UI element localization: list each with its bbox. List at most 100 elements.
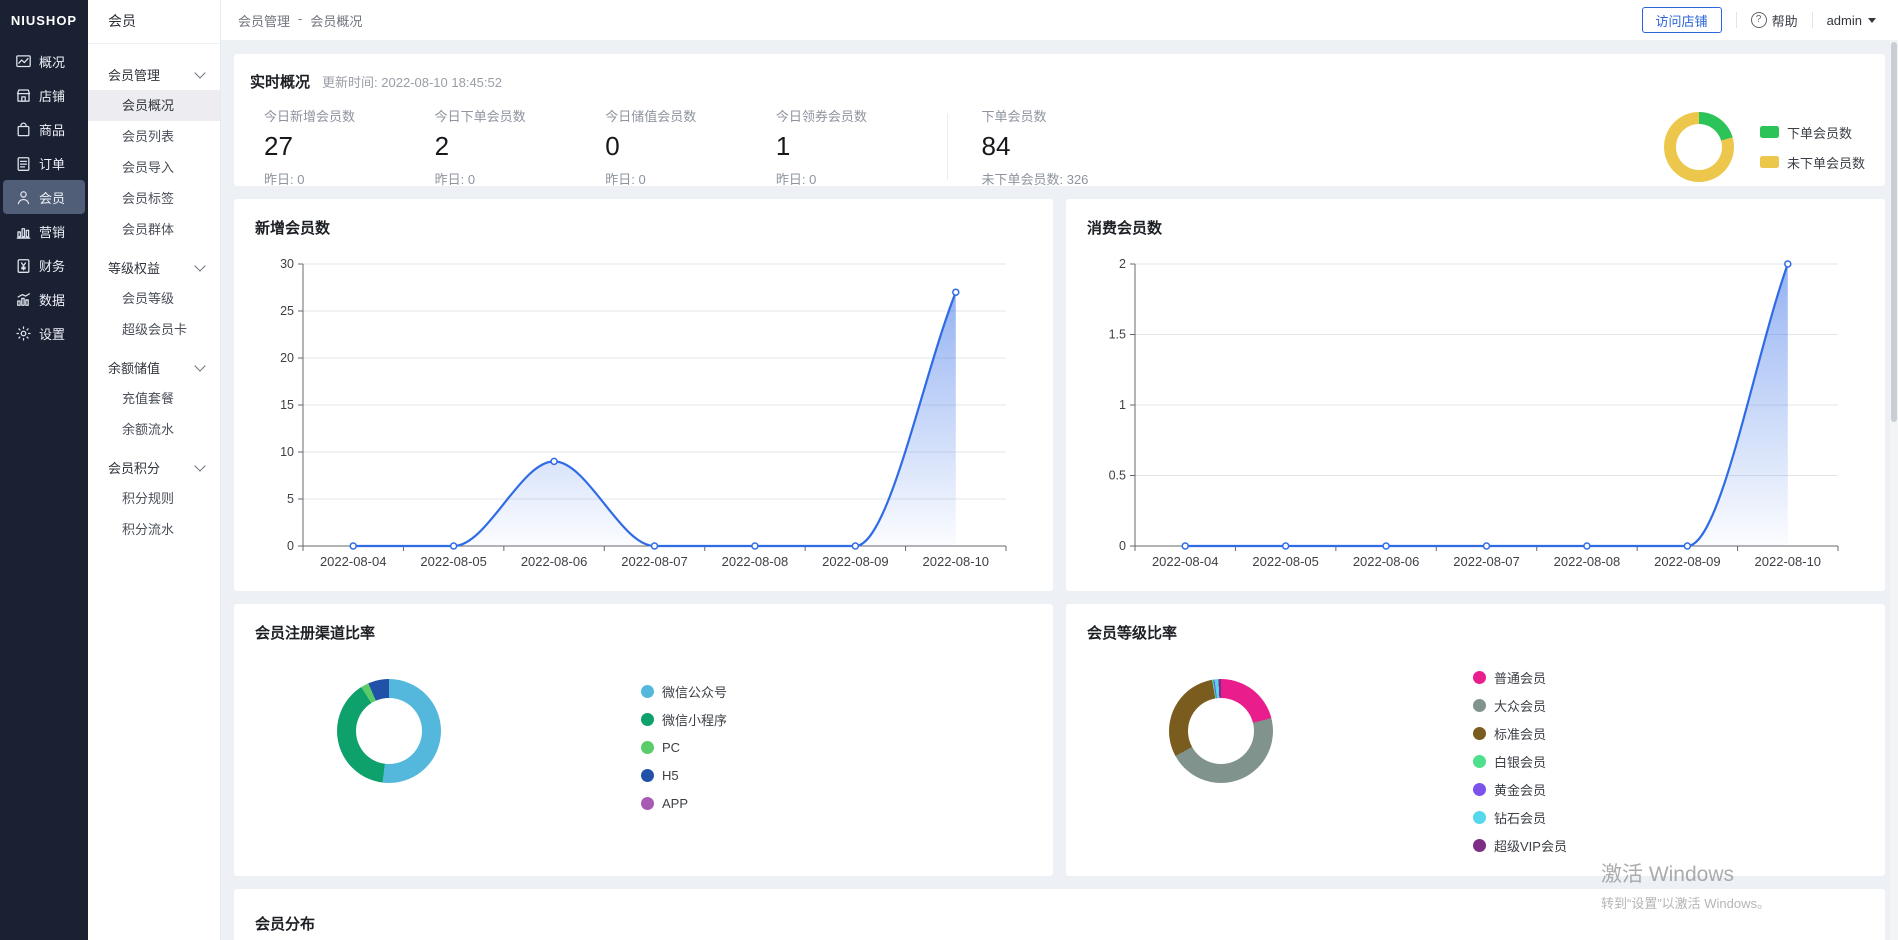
svg-text:2022-08-08: 2022-08-08 — [1554, 554, 1621, 569]
legend-item[interactable]: 微信小程序 — [641, 709, 727, 729]
legend-label: 标准会员 — [1494, 724, 1546, 743]
legend-item[interactable]: PC — [641, 737, 727, 757]
help-button[interactable]: ? 帮助 — [1751, 11, 1798, 30]
stat-sub: 未下单会员数: 326 — [982, 169, 1665, 188]
menu-item[interactable]: 会员列表 — [88, 121, 220, 152]
realtime-stat: 今日领券会员数1昨日: 0 — [776, 106, 947, 188]
legend-item[interactable]: 标准会员 — [1473, 723, 1567, 743]
nav-item-settings[interactable]: 设置 — [3, 316, 85, 350]
content-area: 实时概况 更新时间: 2022-08-10 18:45:52 今日新增会员数27… — [221, 41, 1898, 940]
nav-item-orders[interactable]: 订单 — [3, 146, 85, 180]
register-channel-chart[interactable] — [337, 679, 441, 813]
legend-item[interactable]: 超级VIP会员 — [1473, 835, 1567, 855]
line-charts-row: 新增会员数 0510152025302022-08-042022-08-0520… — [234, 199, 1885, 591]
nav-label: 概况 — [39, 52, 65, 71]
finance-icon — [15, 257, 32, 274]
secondary-sidebar: 会员 会员管理会员概况会员列表会员导入会员标签会员群体等级权益会员等级超级会员卡… — [88, 0, 221, 940]
menu-group-label: 会员积分 — [108, 458, 160, 477]
member-level-chart[interactable] — [1169, 679, 1273, 855]
goods-icon — [15, 121, 32, 138]
nav-label: 营销 — [39, 222, 65, 241]
topbar: 会员管理 - 会员概况 访问店铺 ? 帮助 admin — [221, 0, 1898, 41]
menu-group-3[interactable]: 会员积分 — [88, 451, 220, 483]
legend-label: 下单会员数 — [1787, 123, 1852, 142]
chevron-down-icon — [1868, 18, 1876, 23]
svg-text:2022-08-10: 2022-08-10 — [1755, 554, 1822, 569]
legend-item[interactable]: 微信公众号 — [641, 681, 727, 701]
breadcrumb-item[interactable]: 会员概况 — [310, 11, 362, 30]
legend-item[interactable]: 白银会员 — [1473, 751, 1567, 771]
nav-item-goods[interactable]: 商品 — [3, 112, 85, 146]
menu-item[interactable]: 会员概况 — [88, 90, 220, 121]
card-title: 新增会员数 — [255, 217, 1032, 238]
legend-item[interactable]: H5 — [641, 765, 727, 785]
divider — [947, 114, 948, 180]
legend-label: APP — [662, 796, 688, 811]
card-title: 会员分布 — [255, 913, 1864, 934]
svg-text:2022-08-05: 2022-08-05 — [1252, 554, 1319, 569]
legend-item[interactable]: APP — [641, 793, 727, 813]
stat-label: 下单会员数 — [982, 106, 1665, 125]
question-circle-icon: ? — [1751, 12, 1767, 28]
legend-item[interactable]: 下单会员数 — [1760, 123, 1865, 142]
legend-label: 白银会员 — [1494, 752, 1546, 771]
chevron-down-icon — [194, 460, 205, 471]
realtime-stat: 今日新增会员数27昨日: 0 — [264, 106, 435, 188]
legend-item[interactable]: 未下单会员数 — [1760, 153, 1865, 172]
visit-shop-button[interactable]: 访问店铺 — [1642, 7, 1722, 33]
menu-item[interactable]: 充值套餐 — [88, 383, 220, 414]
realtime-stat: 今日储值会员数0昨日: 0 — [605, 106, 776, 188]
legend-marker — [1760, 126, 1779, 138]
menu-item[interactable]: 会员导入 — [88, 152, 220, 183]
nav-item-overview[interactable]: 概况 — [3, 44, 85, 78]
nav-item-shop[interactable]: 店铺 — [3, 78, 85, 112]
legend-item[interactable]: 普通会员 — [1473, 667, 1567, 687]
new-members-line-chart[interactable]: 0510152025302022-08-042022-08-052022-08-… — [255, 248, 1032, 580]
svg-text:2022-08-04: 2022-08-04 — [320, 554, 387, 569]
svg-text:5: 5 — [287, 492, 294, 506]
menu-item[interactable]: 积分规则 — [88, 483, 220, 514]
legend-marker — [1473, 671, 1486, 684]
breadcrumb-item[interactable]: 会员管理 — [238, 11, 290, 30]
svg-text:2022-08-09: 2022-08-09 — [822, 554, 889, 569]
realtime-overview-card: 实时概况 更新时间: 2022-08-10 18:45:52 今日新增会员数27… — [234, 54, 1885, 186]
pie-body: 普通会员大众会员标准会员白银会员黄金会员钻石会员超级VIP会员 — [1087, 651, 1864, 855]
stat-sub: 昨日: 0 — [605, 169, 776, 188]
consuming-members-line-chart[interactable]: 00.511.522022-08-042022-08-052022-08-062… — [1087, 248, 1864, 580]
stat-label: 今日下单会员数 — [435, 106, 606, 125]
menu-item[interactable]: 会员标签 — [88, 183, 220, 214]
nav-item-members[interactable]: 会员 — [3, 180, 85, 214]
menu-item[interactable]: 会员等级 — [88, 283, 220, 314]
legend-item[interactable]: 大众会员 — [1473, 695, 1567, 715]
legend-marker — [1473, 755, 1486, 768]
nav-item-finance[interactable]: 财务 — [3, 248, 85, 282]
scrollbar-thumb[interactable] — [1891, 42, 1897, 422]
legend-marker — [1760, 156, 1779, 168]
pie-charts-row: 会员注册渠道比率 微信公众号微信小程序PCH5APP 会员等级比率 — [234, 604, 1885, 876]
nav-item-marketing[interactable]: 营销 — [3, 214, 85, 248]
nav-label: 店铺 — [39, 86, 65, 105]
stat-label: 今日新增会员数 — [264, 106, 435, 125]
legend-item[interactable]: 黄金会员 — [1473, 779, 1567, 799]
main-area: 会员管理 - 会员概况 访问店铺 ? 帮助 admin — [221, 0, 1898, 940]
menu-group-2[interactable]: 余额储值 — [88, 351, 220, 383]
vertical-scrollbar[interactable] — [1890, 40, 1898, 940]
nav-item-data[interactable]: 数据 — [3, 282, 85, 316]
stat-label: 今日储值会员数 — [605, 106, 776, 125]
legend-item[interactable]: 钻石会员 — [1473, 807, 1567, 827]
menu-item[interactable]: 积分流水 — [88, 514, 220, 545]
menu-group-1[interactable]: 等级权益 — [88, 251, 220, 283]
legend-marker — [641, 741, 654, 754]
stats-columns: 今日新增会员数27昨日: 0今日下单会员数2昨日: 0今日储值会员数0昨日: 0… — [264, 106, 947, 188]
marketing-icon — [15, 223, 32, 240]
user-menu[interactable]: admin — [1827, 13, 1876, 28]
legend-label: 超级VIP会员 — [1494, 836, 1567, 855]
menu-item[interactable]: 会员群体 — [88, 214, 220, 245]
card-title: 消费会员数 — [1087, 217, 1864, 238]
menu-group-0[interactable]: 会员管理 — [88, 58, 220, 90]
svg-text:2022-08-06: 2022-08-06 — [521, 554, 588, 569]
menu-item[interactable]: 余额流水 — [88, 414, 220, 445]
menu-item[interactable]: 超级会员卡 — [88, 314, 220, 345]
svg-text:30: 30 — [280, 257, 294, 271]
legend-label: PC — [662, 740, 680, 755]
